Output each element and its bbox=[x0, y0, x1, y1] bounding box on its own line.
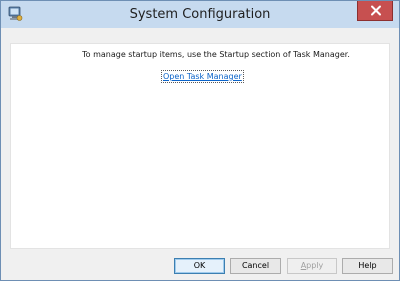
apply-button[interactable]: Apply bbox=[287, 258, 337, 274]
cancel-button[interactable]: Cancel bbox=[230, 258, 281, 274]
system-configuration-window: System Configuration To manage startup i… bbox=[0, 0, 400, 281]
ok-button[interactable]: OK bbox=[174, 258, 225, 274]
close-icon bbox=[371, 5, 381, 16]
help-button[interactable]: Help bbox=[342, 258, 393, 274]
open-task-manager-link[interactable]: Open Task Manager bbox=[161, 70, 244, 83]
window-title: System Configuration bbox=[129, 7, 271, 22]
close-button[interactable] bbox=[357, 1, 393, 21]
startup-message: To manage startup items, use the Startup… bbox=[82, 50, 350, 59]
apply-label-rest: pply bbox=[306, 261, 324, 270]
content-panel: To manage startup items, use the Startup… bbox=[10, 43, 390, 249]
title-bar[interactable]: System Configuration bbox=[1, 1, 399, 28]
